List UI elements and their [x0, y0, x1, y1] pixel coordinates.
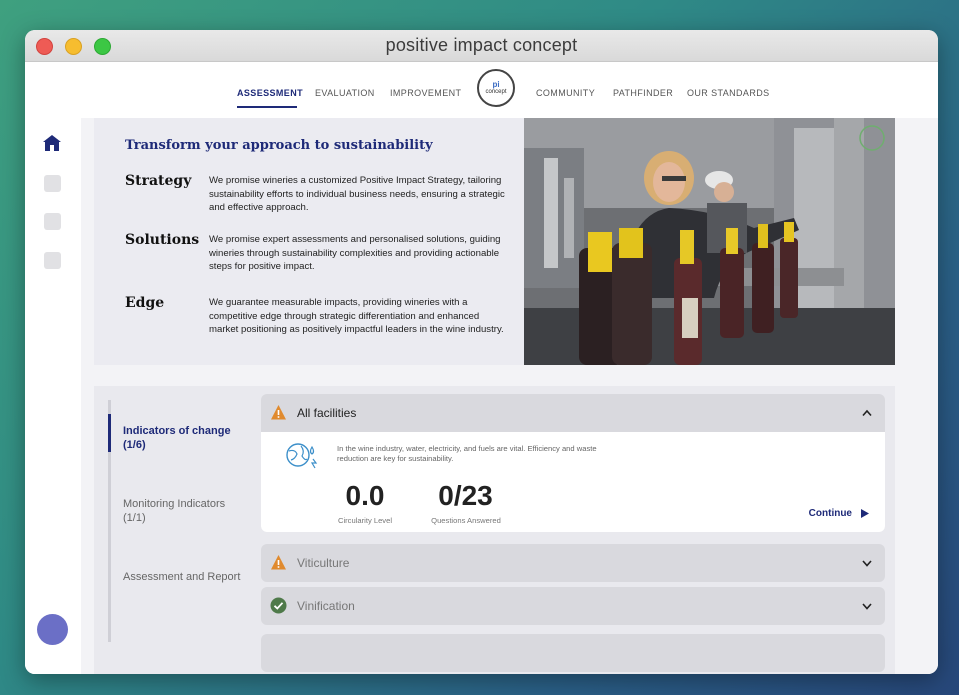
chevron-up-icon[interactable] — [862, 409, 872, 417]
nav-our-standards[interactable]: OUR STANDARDS — [687, 88, 770, 98]
hero-section: Transform your approach to sustainabilit… — [94, 118, 895, 365]
accordion-header-all-facilities[interactable]: All facilities — [261, 394, 885, 432]
circularity-level-value: 0.0 — [345, 480, 385, 511]
accordion-viticulture[interactable]: Viticulture — [261, 544, 885, 582]
title-bar: positive impact concept — [25, 30, 938, 62]
promise-title-solutions: Solutions — [125, 232, 200, 248]
brand-logo[interactable]: pi concept — [477, 69, 515, 107]
globe-resources-icon — [286, 443, 318, 469]
circularity-level-label: Circularity Level — [337, 516, 393, 525]
user-avatar[interactable] — [37, 614, 68, 645]
accordion-placeholder — [261, 634, 885, 672]
sidebar-item-placeholder-1[interactable] — [44, 175, 61, 192]
step-assessment-and-report[interactable]: Assessment and Report — [123, 570, 248, 584]
hero-heading: Transform your approach to sustainabilit… — [125, 138, 433, 153]
steps-active-indicator — [108, 414, 111, 452]
accordion-title-viticulture: Viticulture — [297, 556, 350, 570]
nav-community[interactable]: COMMUNITY — [536, 88, 595, 98]
nav-improvement[interactable]: IMPROVEMENT — [390, 88, 461, 98]
questions-answered-label: Questions Answered — [431, 516, 501, 525]
questions-answered-value: 0/23 — [438, 480, 493, 511]
accordion-header-vinification[interactable]: Vinification — [261, 587, 885, 625]
chevron-down-icon[interactable] — [862, 602, 872, 610]
step-indicators-of-change[interactable]: Indicators of change (1/6) — [123, 424, 248, 452]
top-navigation: ASSESSMENT EVALUATION IMPROVEMENT pi con… — [25, 62, 938, 118]
nav-active-indicator — [237, 106, 297, 108]
play-arrow-icon — [861, 509, 869, 518]
app-window: positive impact concept ASSESSMENT EVALU… — [25, 30, 938, 674]
continue-button[interactable]: Continue — [809, 508, 870, 519]
winery-photo — [524, 118, 895, 365]
logo-mark: pi — [492, 80, 500, 89]
home-icon[interactable] — [42, 134, 62, 152]
accordion-vinification[interactable]: Vinification — [261, 587, 885, 625]
promise-text-solutions: We promise expert assessments and person… — [209, 234, 501, 273]
chevron-down-icon[interactable] — [862, 559, 872, 567]
sidebar — [25, 118, 81, 674]
accordion-body-all-facilities: In the wine industry, water, electricity… — [261, 432, 885, 532]
nav-evaluation[interactable]: EVALUATION — [315, 88, 375, 98]
accordion-title-vinification: Vinification — [297, 599, 355, 613]
category-description: In the wine industry, water, electricity… — [337, 444, 597, 463]
logo-wordmark: concept — [485, 89, 507, 95]
accordion-all-facilities: All facilities In the wine industry, wat… — [261, 394, 885, 532]
nav-assessment[interactable]: ASSESSMENT — [237, 88, 303, 98]
sidebar-item-placeholder-2[interactable] — [44, 213, 61, 230]
sidebar-item-placeholder-3[interactable] — [44, 252, 61, 269]
assessment-panel: Indicators of change (1/6) Monitoring In… — [94, 386, 895, 674]
accordion-title-all-facilities: All facilities — [297, 406, 357, 420]
promise-text-strategy: We promise wineries a customized Positiv… — [209, 175, 505, 214]
window-title: positive impact concept — [385, 35, 578, 55]
accordion-header-viticulture[interactable]: Viticulture — [261, 544, 885, 582]
warning-icon — [271, 405, 286, 420]
promise-text-edge: We guarantee measurable impacts, providi… — [209, 297, 504, 336]
continue-label: Continue — [808, 508, 852, 519]
step-monitoring-indicators[interactable]: Monitoring Indicators (1/1) — [123, 497, 248, 525]
main-content: Transform your approach to sustainabilit… — [25, 118, 938, 674]
warning-icon — [271, 555, 286, 570]
promise-title-edge: Edge — [125, 295, 165, 311]
check-circle-icon — [270, 597, 287, 614]
nav-pathfinder[interactable]: PATHFINDER — [613, 88, 673, 98]
promise-title-strategy: Strategy — [125, 173, 192, 189]
